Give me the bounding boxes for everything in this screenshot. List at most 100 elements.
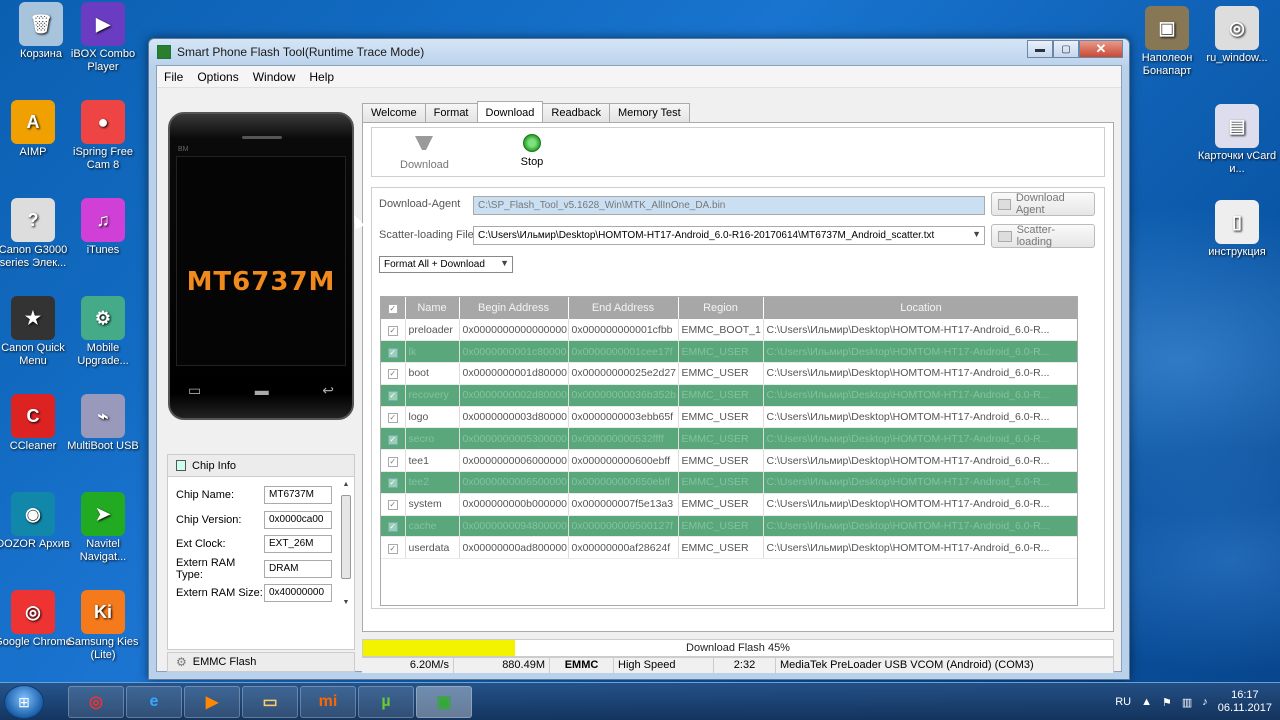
row-checkbox[interactable]: ✓ [387, 456, 398, 467]
row-checkbox-cell[interactable]: ✓ [381, 406, 406, 429]
desktop-shortcut[interactable]: ♫ iTunes [62, 198, 144, 257]
row-checkbox[interactable]: ✓ [387, 413, 398, 424]
table-row[interactable]: ✓ secro 0x0000000005300000 0x00000000053… [381, 427, 1077, 451]
row-checkbox-cell[interactable]: ✓ [381, 427, 406, 451]
desktop-shortcut[interactable]: ▯ инструкция [1196, 200, 1278, 259]
download-button[interactable]: Download [400, 134, 449, 171]
tab-welcome[interactable]: Welcome [362, 103, 426, 123]
clock[interactable]: 16:17 06.11.2017 [1218, 689, 1272, 715]
chip-info-value[interactable]: 0x40000000 [264, 584, 332, 603]
menu-help[interactable]: Help [302, 66, 341, 87]
table-row[interactable]: ✓ cache 0x0000000094800000 0x00000000950… [381, 515, 1077, 538]
row-checkbox[interactable]: ✓ [387, 347, 398, 358]
row-checkbox-cell[interactable]: ✓ [381, 319, 406, 342]
location[interactable]: C:\Users\Ильмир\Desktop\HOMTOM-HT17-Andr… [763, 340, 1077, 364]
tab-format[interactable]: Format [424, 103, 478, 123]
row-checkbox-cell[interactable]: ✓ [381, 515, 406, 538]
chip-info-value[interactable]: MT6737M [264, 486, 332, 505]
row-checkbox[interactable]: ✓ [387, 500, 398, 511]
minimize-button[interactable]: ▬ [1027, 40, 1053, 58]
stop-button[interactable]: Stop [512, 134, 552, 168]
row-checkbox[interactable]: ✓ [387, 434, 398, 445]
select-all-checkbox[interactable]: ✓ [387, 304, 398, 314]
scatter-loading-button[interactable]: Scatter-loading [991, 224, 1095, 248]
location[interactable]: C:\Users\Ильмир\Desktop\HOMTOM-HT17-Andr… [763, 406, 1077, 429]
table-row[interactable]: ✓ boot 0x0000000001d80000 0x00000000025e… [381, 362, 1077, 385]
row-checkbox-cell[interactable]: ✓ [381, 493, 406, 516]
row-checkbox-cell[interactable]: ✓ [381, 362, 406, 385]
utorrent-taskbar-icon[interactable]: µ [358, 686, 414, 718]
scatter-path-field[interactable]: C:\Users\Ильмир\Desktop\HOMTOM-HT17-Andr… [473, 226, 985, 245]
row-checkbox-cell[interactable]: ✓ [381, 471, 406, 494]
volume-icon[interactable]: ♪ [1202, 696, 1208, 708]
location[interactable]: C:\Users\Ильмир\Desktop\HOMTOM-HT17-Andr… [763, 515, 1077, 538]
tab-download[interactable]: Download [476, 101, 544, 122]
tab-readback[interactable]: Readback [542, 103, 610, 123]
location[interactable]: C:\Users\Ильмир\Desktop\HOMTOM-HT17-Andr… [763, 536, 1077, 560]
row-checkbox[interactable]: ✓ [387, 478, 398, 489]
menu-file[interactable]: File [157, 66, 190, 87]
row-checkbox[interactable]: ✓ [387, 543, 398, 554]
table-row[interactable]: ✓ recovery 0x0000000002d80000 0x00000000… [381, 384, 1077, 407]
location[interactable]: C:\Users\Ильмир\Desktop\HOMTOM-HT17-Andr… [763, 427, 1077, 451]
desktop-shortcut[interactable]: ⚙ Mobile Upgrade... [62, 296, 144, 368]
row-checkbox-cell[interactable]: ✓ [381, 384, 406, 407]
chevron-down-icon[interactable]: ▼ [972, 229, 981, 239]
language-indicator[interactable]: RU [1115, 696, 1131, 708]
media-player-taskbar-icon[interactable]: ▶ [184, 686, 240, 718]
desktop-shortcut[interactable]: Ki Samsung Kies (Lite) [62, 590, 144, 662]
table-row[interactable]: ✓ tee1 0x0000000006000000 0x000000000600… [381, 449, 1077, 473]
desktop-shortcut[interactable]: ➤ Navitel Navigat... [62, 492, 144, 564]
chevron-up-icon[interactable]: ▲ [1141, 696, 1152, 708]
desktop-shortcut[interactable]: ▶ iBOX Combo Player [62, 2, 144, 74]
table-row[interactable]: ✓ logo 0x0000000003d80000 0x0000000003eb… [381, 406, 1077, 429]
location[interactable]: C:\Users\Ильмир\Desktop\HOMTOM-HT17-Andr… [763, 493, 1077, 516]
location[interactable]: C:\Users\Ильмир\Desktop\HOMTOM-HT17-Andr… [763, 384, 1077, 407]
da-path-field[interactable]: C:\SP_Flash_Tool_v5.1628_Win\MTK_AllInOn… [473, 196, 985, 215]
location[interactable]: C:\Users\Ильмир\Desktop\HOMTOM-HT17-Andr… [763, 319, 1077, 342]
table-row[interactable]: ✓ userdata 0x00000000ad800000 0x00000000… [381, 536, 1077, 560]
table-row[interactable]: ✓ preloader 0x0000000000000000 0x0000000… [381, 319, 1077, 342]
chip-info-header[interactable]: Chip Info [168, 455, 354, 477]
menu-options[interactable]: Options [190, 66, 245, 87]
row-checkbox[interactable]: ✓ [387, 522, 398, 533]
desktop-shortcut[interactable]: ▤ Карточки vCard и... [1196, 104, 1278, 176]
ie-taskbar-icon[interactable]: e [126, 686, 182, 718]
explorer-taskbar-icon[interactable]: ▭ [242, 686, 298, 718]
title-bar[interactable]: Smart Phone Flash Tool(Runtime Trace Mod… [149, 39, 1129, 65]
row-checkbox-cell[interactable]: ✓ [381, 536, 406, 560]
chip-info-value[interactable]: 0x0000ca00 [264, 510, 332, 529]
row-checkbox-cell[interactable]: ✓ [381, 340, 406, 364]
row-checkbox[interactable]: ✓ [387, 325, 398, 336]
chip-info-value[interactable]: EXT_26M [264, 535, 332, 554]
start-button[interactable]: ⊞ [4, 685, 44, 719]
chevron-down-icon[interactable]: ▼ [500, 258, 509, 268]
desktop-shortcut[interactable]: ● iSpring Free Cam 8 [62, 100, 144, 172]
download-agent-button[interactable]: Download Agent [991, 192, 1095, 216]
chip-info-value[interactable]: DRAM [264, 559, 332, 578]
select-all-column[interactable]: ✓ [381, 297, 406, 319]
desktop-shortcut[interactable]: ⌁ MultiBoot USB [62, 394, 144, 453]
location[interactable]: C:\Users\Ильмир\Desktop\HOMTOM-HT17-Andr… [763, 471, 1077, 494]
maximize-button[interactable]: ▢ [1053, 40, 1079, 58]
network-icon[interactable]: ▥ [1182, 696, 1192, 709]
flashtool-taskbar-icon[interactable]: ▣ [416, 686, 472, 718]
row-checkbox[interactable]: ✓ [387, 369, 398, 380]
location[interactable]: C:\Users\Ильмир\Desktop\HOMTOM-HT17-Andr… [763, 449, 1077, 473]
menu-window[interactable]: Window [246, 66, 303, 87]
location[interactable]: C:\Users\Ильмир\Desktop\HOMTOM-HT17-Andr… [763, 362, 1077, 385]
download-mode-select[interactable]: Format All + Download ▼ [379, 256, 513, 273]
tab-memory-test[interactable]: Memory Test [608, 103, 690, 123]
table-row[interactable]: ✓ tee2 0x0000000006500000 0x000000000650… [381, 471, 1077, 494]
close-button[interactable]: ✕ [1079, 40, 1123, 58]
table-row[interactable]: ✓ system 0x000000000b000000 0x000000007f… [381, 493, 1077, 516]
row-checkbox[interactable]: ✓ [387, 391, 398, 402]
mi-taskbar-icon[interactable]: mi [300, 686, 356, 718]
scroll-up-icon[interactable]: ▲ [340, 481, 352, 488]
chrome-taskbar-icon[interactable]: ◎ [68, 686, 124, 718]
emmc-flash-panel[interactable]: ⚙ EMMC Flash [167, 652, 355, 672]
chip-info-scrollbar[interactable]: ▲ ▼ [340, 481, 352, 611]
table-row[interactable]: ✓ lk 0x0000000001c80000 0x0000000001cee1… [381, 340, 1077, 364]
desktop-shortcut[interactable]: ◎ ru_window... [1196, 6, 1278, 65]
row-checkbox-cell[interactable]: ✓ [381, 449, 406, 473]
